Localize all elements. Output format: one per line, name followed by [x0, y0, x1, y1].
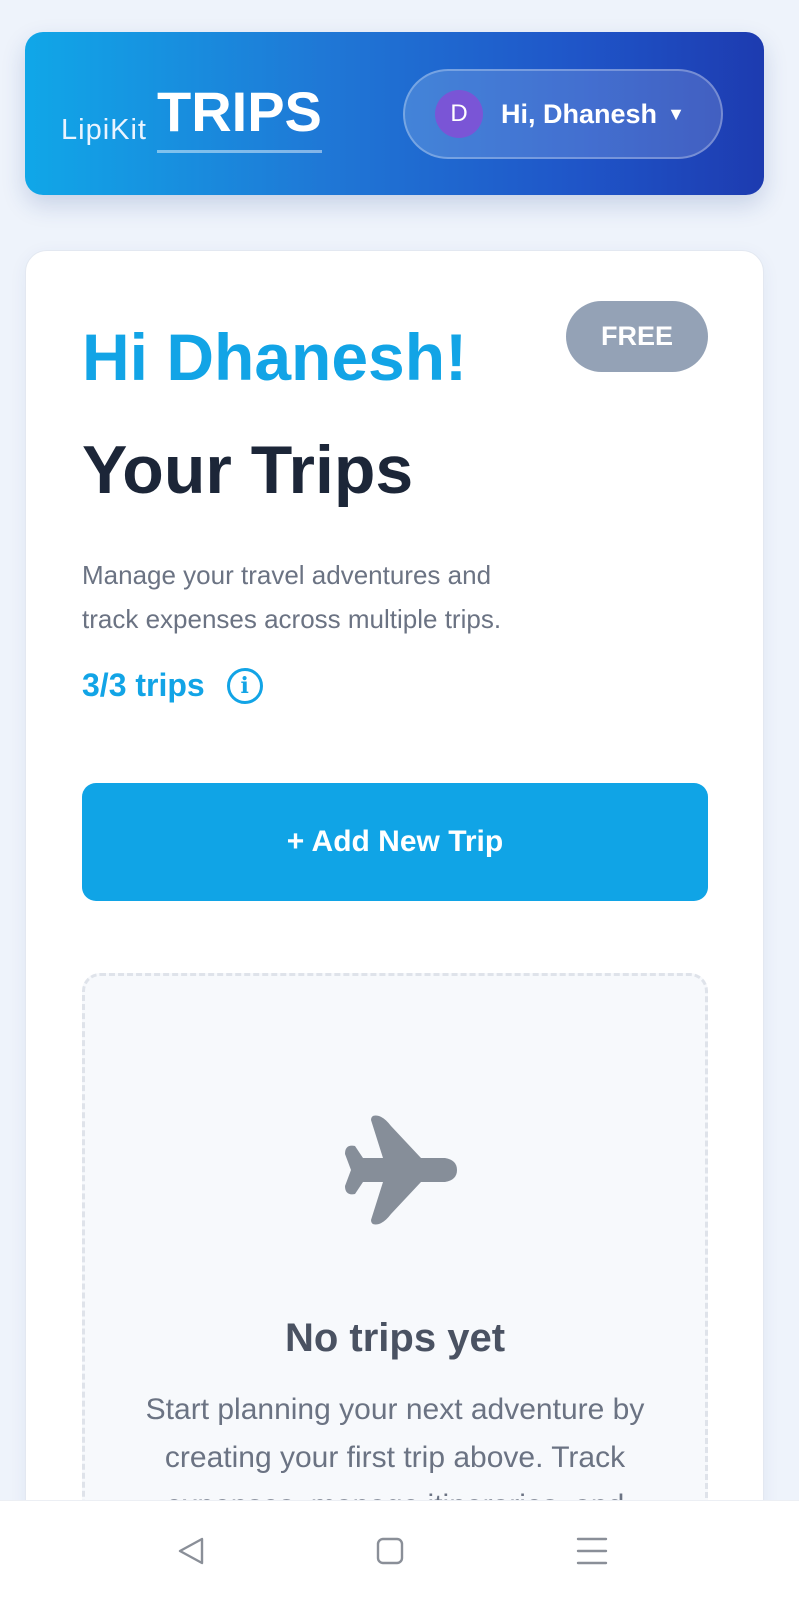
- recents-icon[interactable]: [572, 1531, 612, 1571]
- info-icon[interactable]: i: [226, 667, 263, 704]
- airplane-icon: [345, 1115, 457, 1225]
- logo[interactable]: LipiKit TRIPS: [61, 84, 322, 153]
- avatar: D: [435, 90, 483, 138]
- logo-product: TRIPS: [157, 84, 322, 153]
- page-title: Your Trips: [82, 432, 414, 508]
- user-menu-button[interactable]: D Hi, Dhanesh ▼: [403, 69, 723, 159]
- chevron-down-icon: ▼: [667, 104, 685, 124]
- trip-count: 3/3 trips i: [82, 667, 263, 704]
- system-nav-bar: [0, 1500, 799, 1599]
- page-description: Manage your travel adventures and track …: [82, 560, 502, 634]
- trips-card: FREE Hi Dhanesh! Your Trips Manage your …: [25, 250, 764, 1599]
- user-greeting: Hi, Dhanesh: [501, 98, 658, 129]
- welcome-greeting: Hi Dhanesh!: [82, 320, 468, 394]
- logo-brand: LipiKit: [61, 114, 147, 146]
- home-icon[interactable]: [370, 1531, 410, 1571]
- plan-badge: FREE: [566, 301, 708, 372]
- add-trip-button[interactable]: + Add New Trip: [82, 783, 708, 901]
- app-header: LipiKit TRIPS D Hi, Dhanesh ▼: [25, 32, 764, 195]
- back-icon[interactable]: [172, 1531, 212, 1571]
- empty-state-title: No trips yet: [284, 1316, 506, 1360]
- trip-count-label: 3/3 trips: [82, 667, 205, 703]
